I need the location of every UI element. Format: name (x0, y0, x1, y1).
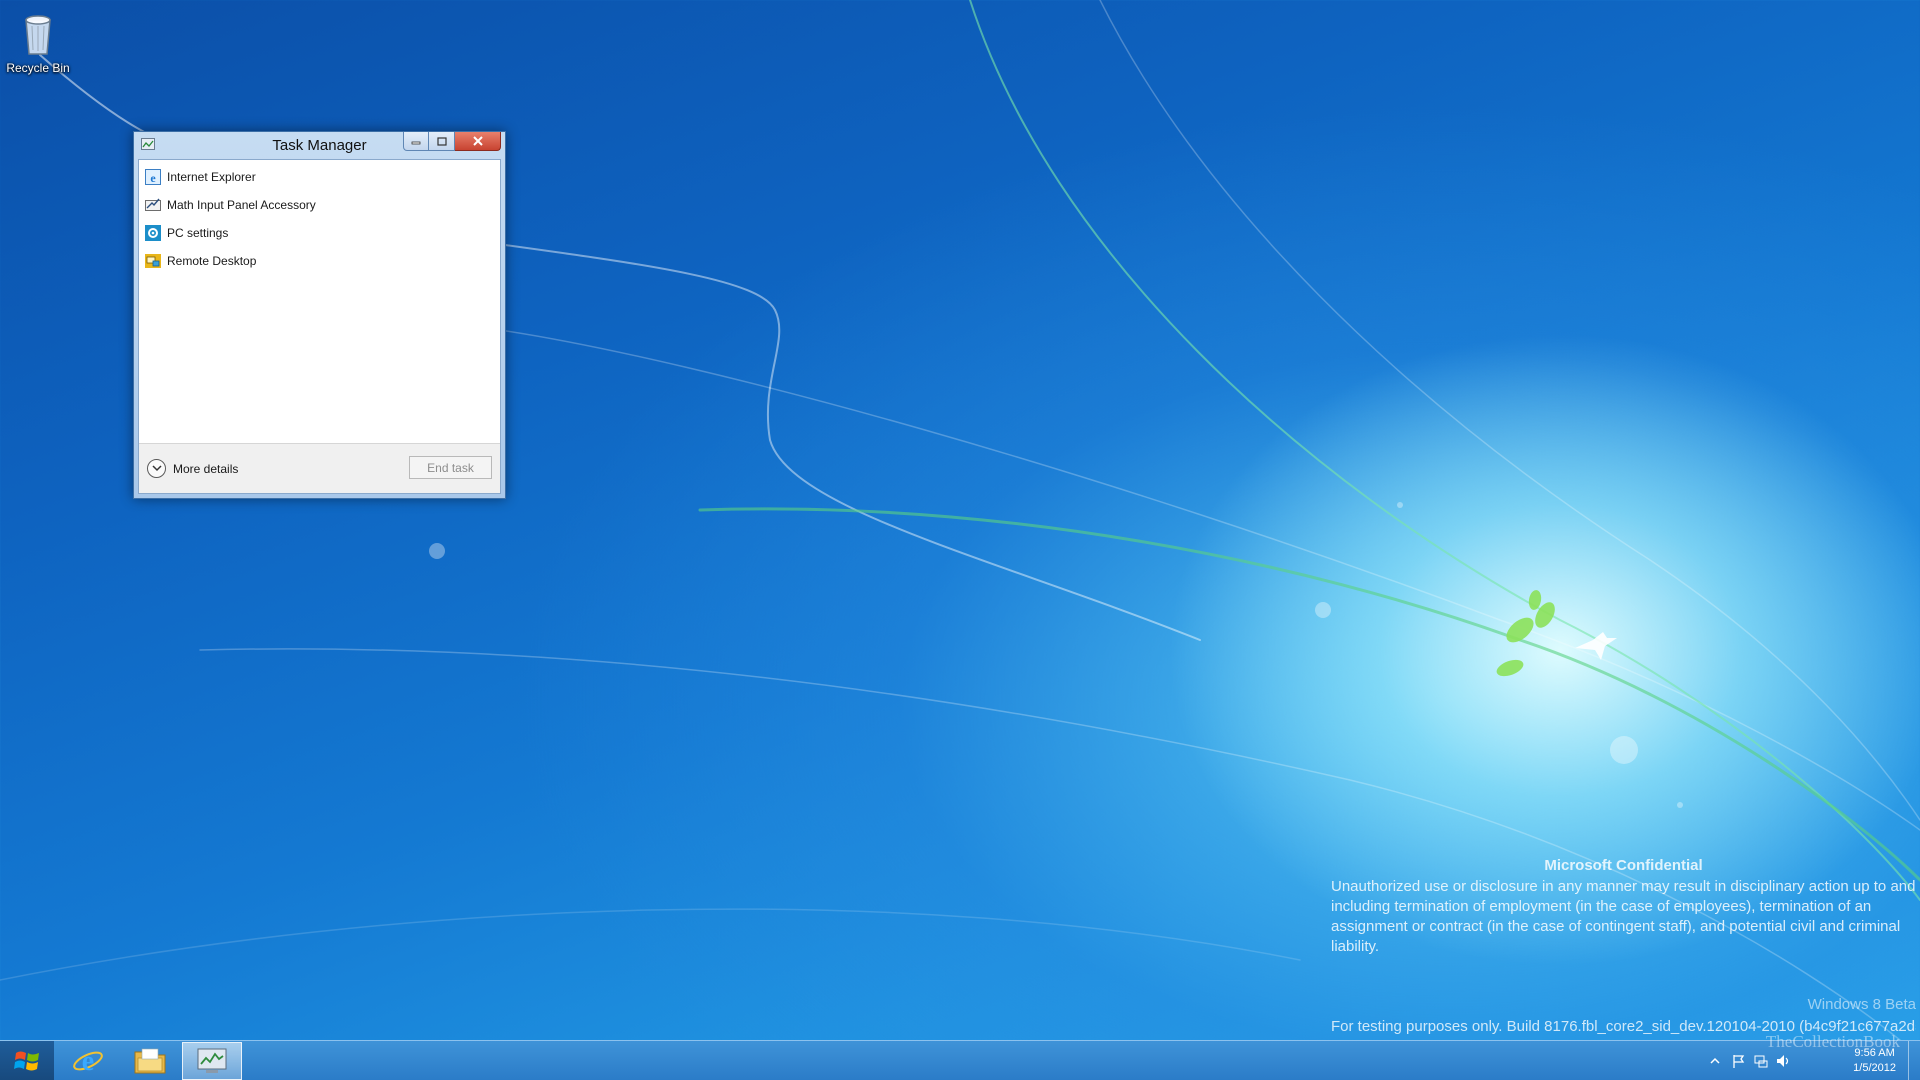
process-name: Internet Explorer (167, 170, 256, 184)
math-input-panel-icon (145, 198, 161, 211)
close-button[interactable] (455, 132, 501, 151)
minimize-button[interactable] (403, 132, 429, 151)
confidential-body: Unauthorized use or disclosure in any ma… (1331, 878, 1916, 955)
clock-date: 1/5/2012 (1853, 1062, 1896, 1074)
process-item-remote-desktop[interactable]: Remote Desktop (139, 247, 500, 275)
end-task-button[interactable]: End task (409, 456, 492, 479)
action-center-flag-icon[interactable] (1731, 1053, 1747, 1069)
process-item-math-input-panel[interactable]: Math Input Panel Accessory (139, 191, 500, 219)
network-icon[interactable] (1753, 1053, 1769, 1069)
desktop-icon-label: Recycle Bin (6, 61, 70, 75)
taskbar-internet-explorer[interactable]: e (58, 1042, 118, 1080)
maximize-button[interactable] (429, 132, 455, 151)
minimize-icon (411, 141, 421, 145)
maximize-icon (436, 136, 447, 146)
task-manager-client: e Internet Explorer Math Input Panel Acc… (138, 159, 501, 494)
process-name: Math Input Panel Accessory (167, 198, 316, 212)
show-hidden-icons-icon[interactable] (1707, 1053, 1723, 1069)
task-manager-footer: More details End task (139, 443, 500, 493)
svg-text:e: e (82, 1046, 94, 1077)
taskbar: e 9:56 AM 1/5/2012 (0, 1040, 1920, 1080)
process-list: e Internet Explorer Math Input Panel Acc… (139, 160, 500, 275)
svg-text:e: e (150, 171, 156, 185)
process-name: Remote Desktop (167, 254, 257, 268)
confidential-notice: Microsoft Confidential Unauthorized use … (1331, 856, 1916, 957)
windows-version-watermark: Windows 8 Beta (1807, 996, 1916, 1013)
chevron-down-icon (147, 459, 166, 478)
more-details-toggle[interactable]: More details (147, 459, 238, 478)
task-manager-window[interactable]: Task Manager e Internet Explorer Math In… (133, 131, 506, 499)
remote-desktop-icon (145, 254, 161, 268)
folder-icon (134, 1048, 166, 1074)
task-manager-icon (197, 1048, 227, 1073)
internet-explorer-icon: e (73, 1046, 103, 1077)
show-desktop-button[interactable] (1908, 1041, 1920, 1080)
taskbar-file-explorer[interactable] (120, 1042, 180, 1080)
volume-icon[interactable] (1775, 1053, 1791, 1069)
process-name: PC settings (167, 226, 229, 240)
desktop-icon-recycle-bin[interactable]: Recycle Bin (4, 6, 72, 75)
site-watermark: TheCollectionBook (1765, 1032, 1900, 1051)
more-details-label: More details (173, 461, 239, 476)
close-icon (472, 136, 483, 146)
recycle-bin-icon (20, 6, 56, 58)
process-item-pc-settings[interactable]: PC settings (139, 219, 500, 247)
confidential-title: Microsoft Confidential (1544, 857, 1703, 874)
pc-settings-icon (145, 225, 161, 241)
internet-explorer-icon: e (145, 169, 161, 185)
process-item-internet-explorer[interactable]: e Internet Explorer (139, 163, 500, 191)
start-button[interactable] (0, 1041, 54, 1080)
title-bar[interactable]: Task Manager (134, 132, 505, 158)
taskbar-task-manager[interactable] (182, 1042, 242, 1080)
windows-logo-icon (14, 1051, 39, 1071)
